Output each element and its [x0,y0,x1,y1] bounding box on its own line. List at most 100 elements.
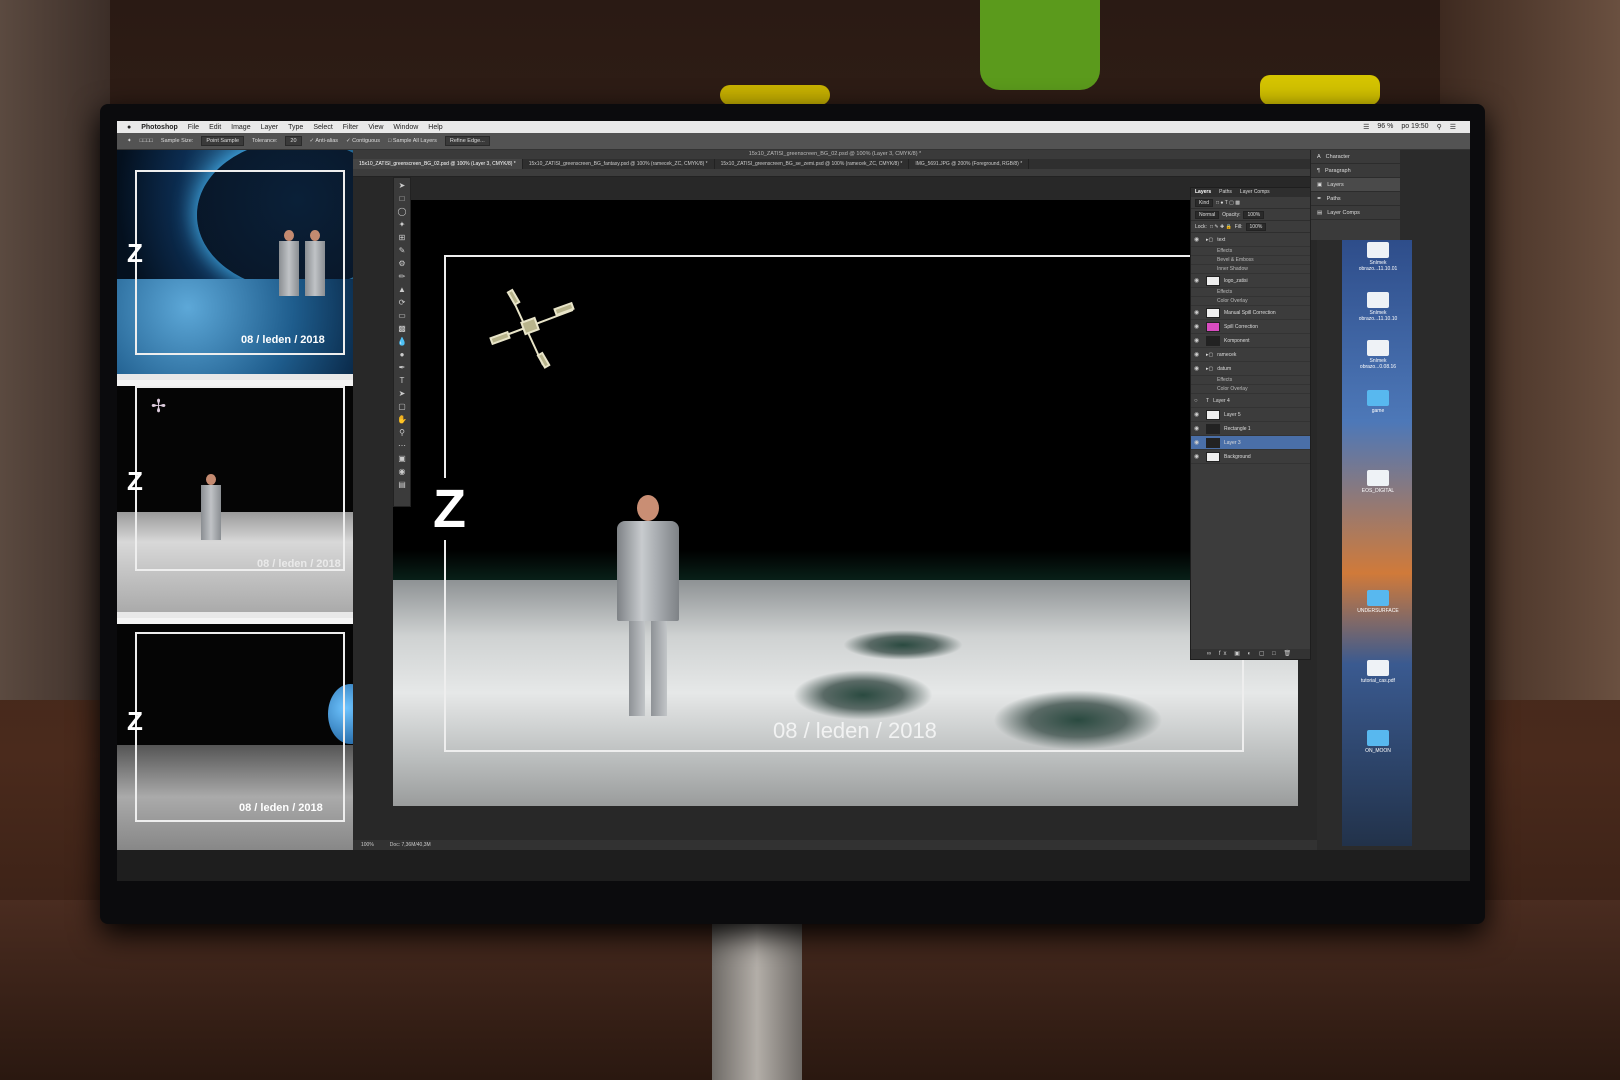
eye-icon[interactable]: ◉ [1194,411,1202,418]
battery-status[interactable]: 96 % [1377,123,1393,131]
eye-icon[interactable]: ◉ [1194,453,1202,460]
tab-layers[interactable]: Layers [1195,188,1211,197]
notification-icon[interactable]: ☰ [1450,123,1456,131]
opacity-input[interactable]: 100% [1243,210,1265,219]
desktop-icon-file[interactable]: Snímek obrazo...11.10.10 [1356,292,1400,322]
dodge-tool-icon[interactable]: ● [396,349,408,360]
tab-document-4[interactable]: IMG_5691.JPG @ 200% (Foreground, RGB/8) … [909,159,1030,169]
layer-row[interactable]: ◉ Komponent [1191,334,1310,348]
menu-edit[interactable]: Edit [209,124,221,131]
desktop-icon-file[interactable]: tutorial_cas.pdf [1356,660,1400,684]
eye-icon[interactable]: ◉ [1194,439,1202,446]
hand-tool-icon[interactable]: ✋ [396,414,408,425]
window-title[interactable]: 15x10_ZATISI_greenscreen_BG_02.psd @ 100… [353,150,1317,159]
layer-effect-row[interactable]: Bevel & Emboss [1191,256,1310,265]
lock-icons[interactable]: □ ✎ ✚ 🔒 [1210,224,1232,230]
gradient-tool-icon[interactable]: ▩ [396,323,408,334]
screen-mode-icon[interactable]: ▤ [396,479,408,490]
path-select-tool-icon[interactable]: ➤ [396,388,408,399]
layer-effect-row[interactable]: Inner Shadow [1191,265,1310,274]
menu-file[interactable]: File [188,124,199,131]
eye-icon[interactable]: ◉ [1194,337,1202,344]
dock-item-layers[interactable]: ▣ Layers [1311,178,1400,192]
menu-select[interactable]: Select [313,124,332,131]
tab-document-1[interactable]: 15x10_ZATISI_greenscreen_BG_02.psd @ 100… [353,159,523,169]
layer-effect-row[interactable]: Effects [1191,247,1310,256]
desktop-icon-folder[interactable]: ON_MOON [1356,730,1400,754]
healing-tool-icon[interactable]: ⚙ [396,258,408,269]
refine-edge-button[interactable]: Refine Edge... [444,136,490,146]
menu-help[interactable]: Help [428,124,442,131]
eye-icon[interactable]: ◉ [1194,309,1202,316]
horizontal-ruler[interactable] [353,169,1317,177]
eye-icon[interactable]: ◉ [1194,236,1202,243]
layer-effect-row[interactable]: Effects [1191,288,1310,297]
desktop-icon-drive[interactable]: EOS_DIGITAL [1356,470,1400,494]
magic-wand-icon[interactable]: ✦ [127,138,132,144]
desktop-icon-folder[interactable]: UNDERSURFACE [1356,590,1400,614]
layer-row[interactable]: ◉ Layer 5 [1191,408,1310,422]
shape-tool-icon[interactable]: ▢ [396,401,408,412]
clock[interactable]: po 19:50 [1401,123,1428,131]
dock-item-paragraph[interactable]: ¶ Paragraph [1311,164,1400,178]
color-swatches-icon[interactable]: ▣ [396,453,408,464]
eye-icon[interactable]: ◉ [1194,323,1202,330]
layer-effect-row[interactable]: Color Overlay [1191,297,1310,306]
selection-mode-icons[interactable]: □□□□ [140,138,153,144]
blend-mode-select[interactable]: Normal [1195,210,1220,219]
contiguous-checkbox[interactable]: ✓ Contiguous [346,138,380,144]
magic-wand-tool-icon[interactable]: ✦ [396,219,408,230]
crop-tool-icon[interactable]: ⊞ [396,232,408,243]
menu-image[interactable]: Image [231,124,250,131]
menu-type[interactable]: Type [288,124,303,131]
layer-row[interactable]: ○ T Layer 4 [1191,394,1310,408]
kind-filter-select[interactable]: Kind [1195,198,1214,207]
eye-icon[interactable]: ◉ [1194,425,1202,432]
desktop-icon-file[interactable]: Snímek obrazo...11.10.01 [1356,242,1400,272]
sample-all-layers-checkbox[interactable]: □ Sample All Layers [388,138,437,144]
menu-app-name[interactable]: Photoshop [141,124,178,131]
wifi-icon[interactable]: ☰ [1363,123,1369,131]
layer-effect-row[interactable]: Color Overlay [1191,385,1310,394]
layer-row[interactable]: ◉ Rectangle 1 [1191,422,1310,436]
tab-document-2[interactable]: 15x10_ZATISI_greenscreen_BG_fantasy.psd … [523,159,715,169]
layer-row-selected[interactable]: ◉ Layer 3 [1191,436,1310,450]
filter-icons[interactable]: □ ● T ▢ ▩ [1216,200,1240,206]
eye-icon[interactable]: ◉ [1194,365,1202,372]
type-tool-icon[interactable]: T [396,375,408,386]
zoom-level[interactable]: 100% [361,840,374,850]
brush-tool-icon[interactable]: ✏ [396,271,408,282]
tolerance-input[interactable]: 20 [285,136,302,146]
layer-row[interactable]: ◉ ▸▢ text [1191,233,1310,247]
eyedropper-tool-icon[interactable]: ✎ [396,245,408,256]
menu-layer[interactable]: Layer [261,124,279,131]
search-icon[interactable]: ⚲ [1437,123,1442,131]
anti-alias-checkbox[interactable]: ✓ Anti-alias [310,138,338,144]
thumbnail-earth[interactable]: Z 08 / leden / 2018 [117,624,353,881]
layer-row[interactable]: ◉ logo_zatisi [1191,274,1310,288]
layer-row[interactable]: ◉ ▸▢ datum [1191,362,1310,376]
tab-document-3[interactable]: 15x10_ZATISI_greenscreen_BG_se_zemi.psd … [715,159,910,169]
eye-icon[interactable]: ○ [1194,398,1202,404]
doc-size[interactable]: Doc: 7,36M/40,3M [390,840,431,850]
lasso-tool-icon[interactable]: ◯ [396,206,408,217]
dock-item-character[interactable]: A Character [1311,150,1400,164]
fill-input[interactable]: 100% [1245,222,1267,231]
sample-size-select[interactable]: Point Sample [201,136,245,146]
more-tools-icon[interactable]: ⋯ [396,440,408,451]
layer-row[interactable]: ◉ Background [1191,450,1310,464]
layer-row[interactable]: ◉ ▸▢ ramecek [1191,348,1310,362]
eye-icon[interactable]: ◉ [1194,277,1202,284]
history-brush-icon[interactable]: ⟳ [396,297,408,308]
menu-view[interactable]: View [368,124,383,131]
menu-window[interactable]: Window [393,124,418,131]
thumbnail-fantasy[interactable]: Z 08 / leden / 2018 [117,150,353,380]
desktop-icon-file[interactable]: Snímek obrazo...0.08.16 [1356,340,1400,370]
layer-row[interactable]: ◉ Manual Spill Correction [1191,306,1310,320]
dock-item-layer-comps[interactable]: ▤ Layer Comps [1311,206,1400,220]
layer-row[interactable]: ◉ Spill Correction [1191,320,1310,334]
dock-item-paths[interactable]: ✒ Paths [1311,192,1400,206]
eraser-tool-icon[interactable]: ▭ [396,310,408,321]
stamp-tool-icon[interactable]: ▲ [396,284,408,295]
thumbnail-moon[interactable]: Z 08 / leden / 2018 ✢ [117,386,353,618]
